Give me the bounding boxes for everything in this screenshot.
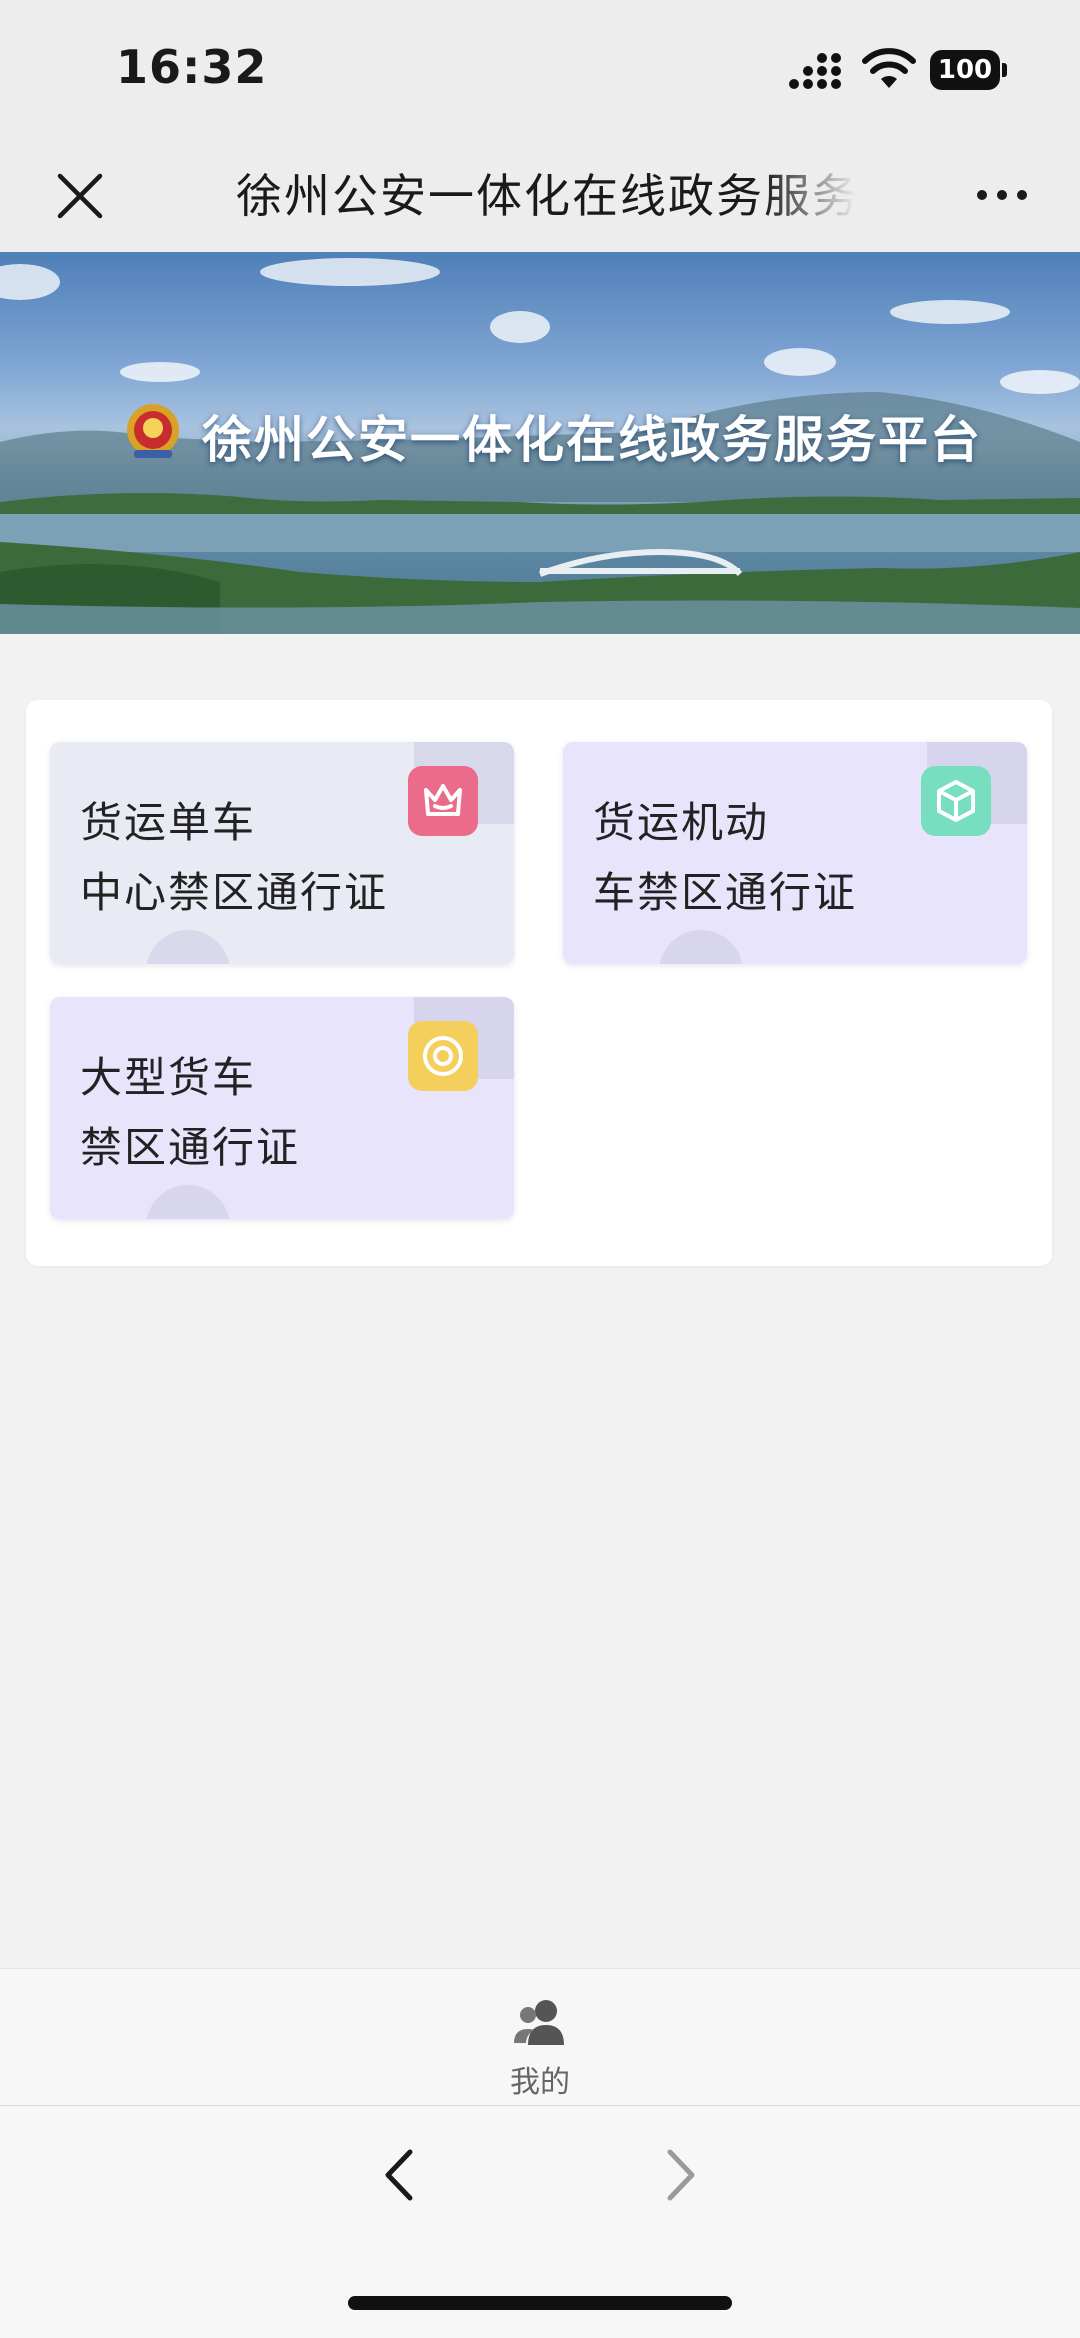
page-title: 徐州公安一体化在线政务服务平台: [236, 169, 856, 223]
nav-bar: 徐州公安一体化在线政务服务平台: [0, 140, 1080, 252]
chevron-right-icon[interactable]: [650, 2140, 710, 2210]
banner: 徐州公安一体化在线政务服务平台: [0, 252, 1080, 634]
tile-label: 货运机动 车禁区通行证: [593, 798, 858, 917]
banner-title: 徐州公安一体化在线政务服务平台: [202, 411, 982, 469]
battery-icon: 100: [930, 50, 1008, 90]
tile-label: 货运单车 中心禁区通行证: [80, 798, 389, 917]
service-panel: 货运单车 中心禁区通行证 货运机动 车禁区通行证 大型货车 禁区通行证: [26, 700, 1052, 1266]
battery-level: 100: [930, 50, 1000, 90]
crown-icon: [408, 766, 478, 836]
status-time: 16:32: [116, 40, 268, 94]
tab-bar: 我的: [0, 1968, 1080, 2105]
signal-icon: [789, 53, 841, 89]
tile-label: 大型货车 禁区通行证: [80, 1053, 301, 1172]
home-indicator: [348, 2296, 732, 2310]
browser-toolbar: [0, 2105, 1080, 2338]
cube-icon: [921, 766, 991, 836]
service-tile-motor-vehicle-pass[interactable]: 货运机动 车禁区通行证: [563, 742, 1027, 964]
service-tile-large-truck-pass[interactable]: 大型货车 禁区通行证: [50, 997, 514, 1219]
service-tile-single-vehicle-pass[interactable]: 货运单车 中心禁区通行证: [50, 742, 514, 964]
user-icon: [514, 2000, 564, 2045]
target-icon: [408, 1021, 478, 1091]
more-dots-icon[interactable]: [972, 170, 1032, 220]
status-bar: 16:32 100: [0, 0, 1080, 140]
wifi-icon: [862, 48, 916, 88]
tab-mine[interactable]: 我的: [480, 1979, 600, 2100]
tab-label: 我的: [510, 2065, 570, 2100]
close-icon[interactable]: [48, 164, 112, 228]
police-emblem-icon: [127, 404, 179, 458]
chevron-left-icon[interactable]: [370, 2140, 430, 2210]
